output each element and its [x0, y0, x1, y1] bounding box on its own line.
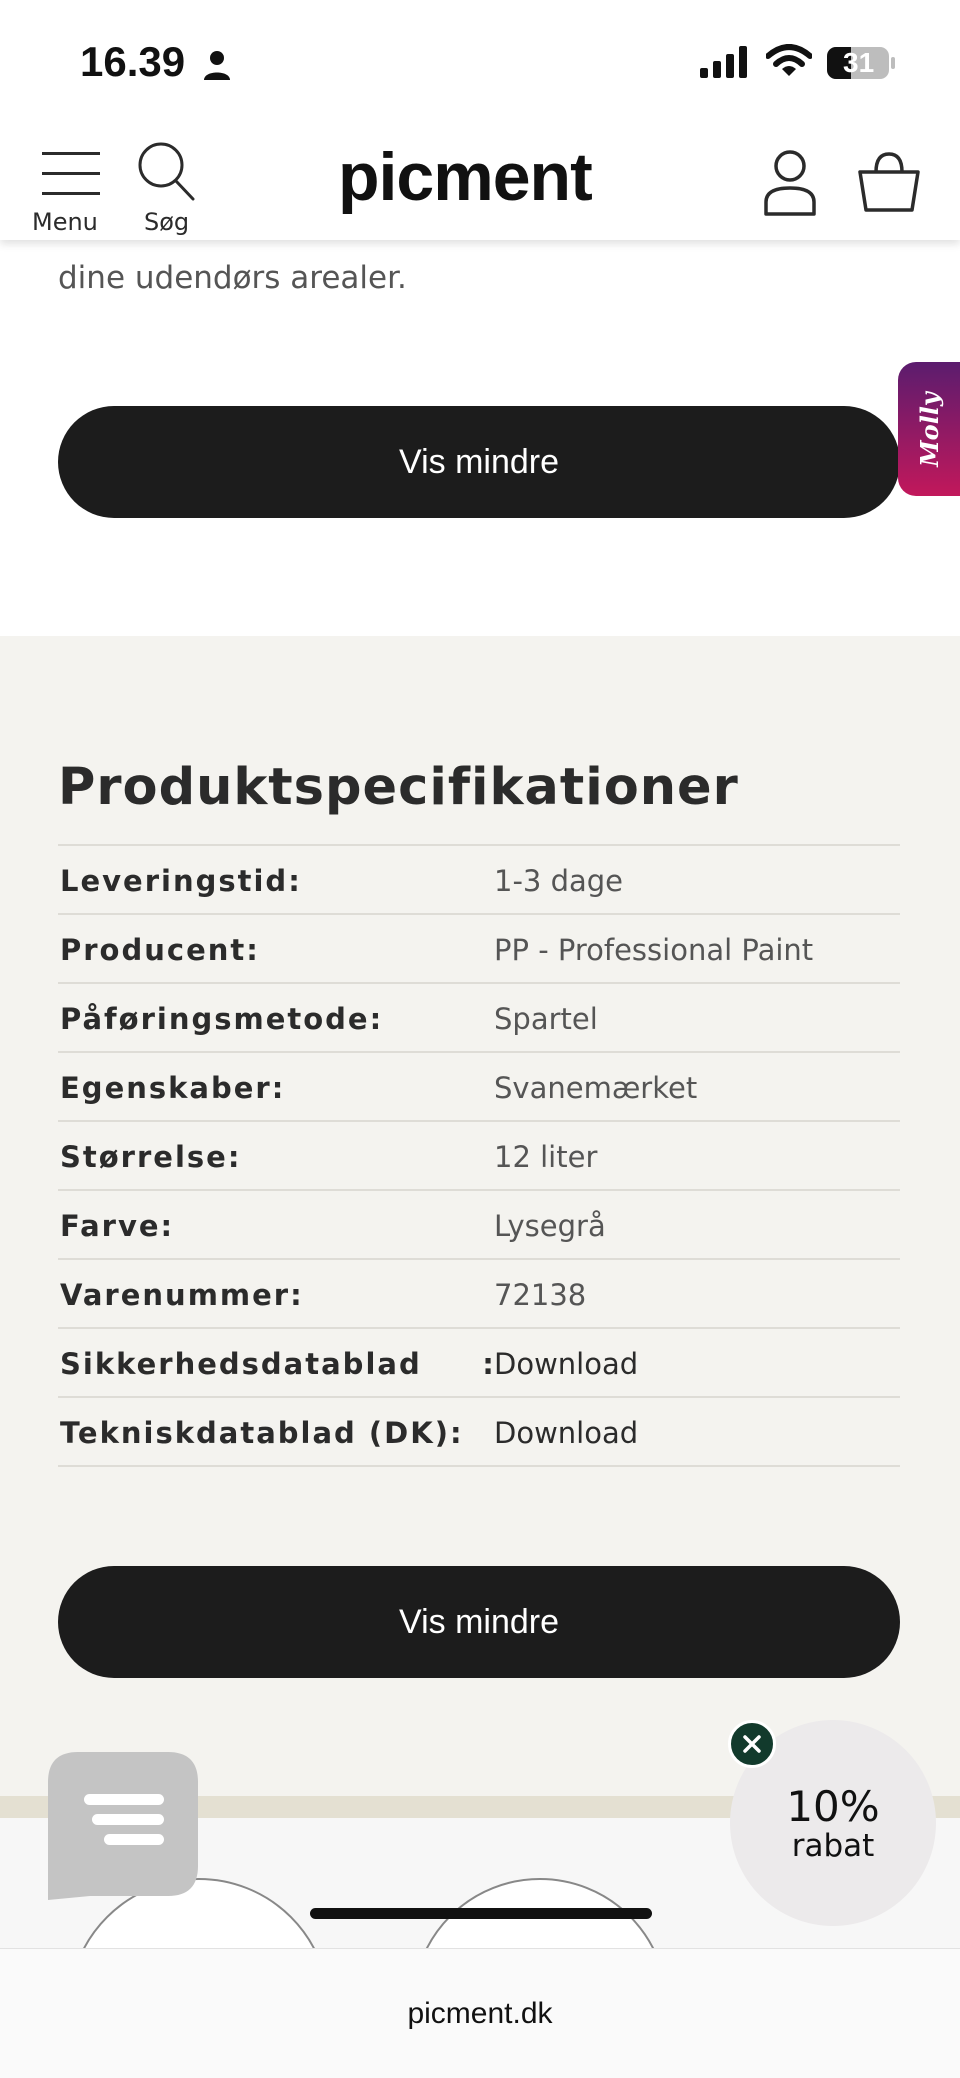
spec-label: Varenummer:	[60, 1278, 304, 1312]
site-logo[interactable]: picment	[338, 138, 593, 216]
browser-address-bar: picment.dk	[0, 1948, 960, 2078]
spec-row-properties: Egenskaber: Svanemærket	[58, 1053, 900, 1122]
molly-assistant-tab[interactable]: Molly	[898, 362, 960, 496]
hamburger-menu-icon	[42, 152, 100, 196]
status-bar: 16.39 31	[0, 0, 960, 128]
spec-label: Tekniskdatablad (DK):	[60, 1416, 464, 1450]
description-text: dine udendørs arealer.	[58, 260, 407, 296]
show-less-specifications-button[interactable]: Vis mindre	[58, 1566, 900, 1678]
spec-label: Størrelse:	[60, 1140, 242, 1174]
account-button[interactable]	[762, 148, 818, 216]
account-icon	[764, 150, 816, 216]
cart-button[interactable]	[856, 150, 922, 214]
spec-row-delivery: Leveringstid: 1-3 dage	[58, 846, 900, 915]
spec-row-color: Farve: Lysegrå	[58, 1191, 900, 1260]
molly-tab-label: Molly	[914, 391, 944, 467]
safety-datasheet-download-link[interactable]: Download	[494, 1347, 638, 1381]
spec-value: 12 liter	[494, 1140, 598, 1174]
status-time: 16.39	[80, 38, 186, 85]
specifications-table: Leveringstid: 1-3 dage Producent: PP - P…	[58, 844, 900, 1467]
cart-icon	[858, 152, 920, 212]
close-icon	[743, 1735, 761, 1753]
menu-label: Menu	[32, 208, 98, 236]
wifi-icon	[766, 44, 812, 76]
spec-label: Producent:	[60, 933, 260, 967]
spec-row-application-method: Påføringsmetode: Spartel	[58, 984, 900, 1053]
menu-button[interactable]: Menu	[28, 138, 114, 236]
specifications-title: Produktspecifikationer	[58, 758, 739, 817]
spec-label: Farve:	[60, 1209, 175, 1243]
show-less-description-button[interactable]: Vis mindre	[58, 406, 900, 518]
home-indicator[interactable]	[310, 1908, 652, 1919]
spec-value: 72138	[494, 1278, 587, 1312]
site-header: Menu Søg picment	[0, 128, 960, 240]
chat-button[interactable]	[48, 1752, 198, 1900]
spec-value: Lysegrå	[494, 1209, 606, 1243]
spec-label: Påføringsmetode:	[60, 1002, 384, 1036]
spec-value: PP - Professional Paint	[494, 933, 814, 967]
search-label: Søg	[144, 208, 190, 236]
spec-row-safety-datasheet: Sikkerhedsdatablad : Download	[58, 1329, 900, 1398]
battery-level: 31	[843, 47, 875, 78]
chat-icon	[48, 1752, 198, 1900]
discount-percent: 10%	[786, 1782, 880, 1831]
spec-row-item-number: Varenummer: 72138	[58, 1260, 900, 1329]
spec-row-producer: Producent: PP - Professional Paint	[58, 915, 900, 984]
spec-label: Egenskaber:	[60, 1071, 286, 1105]
discount-close-button[interactable]	[728, 1720, 776, 1768]
spec-value: 1-3 dage	[494, 864, 624, 898]
spec-row-size: Størrelse: 12 liter	[58, 1122, 900, 1191]
spec-value: Spartel	[494, 1002, 598, 1036]
discount-label: rabat	[791, 1828, 875, 1864]
spec-value: Svanemærket	[494, 1071, 698, 1105]
search-icon	[138, 142, 195, 201]
cellular-signal-icon	[700, 46, 747, 78]
spec-row-technical-datasheet: Tekniskdatablad (DK): Download	[58, 1398, 900, 1467]
search-button[interactable]: Søg	[132, 136, 202, 236]
url-text[interactable]: picment.dk	[0, 1997, 960, 2031]
person-icon	[204, 51, 230, 80]
spec-label: Leveringstid:	[60, 864, 302, 898]
spec-label: Sikkerhedsdatablad :	[60, 1347, 496, 1381]
technical-datasheet-download-link[interactable]: Download	[494, 1416, 638, 1450]
